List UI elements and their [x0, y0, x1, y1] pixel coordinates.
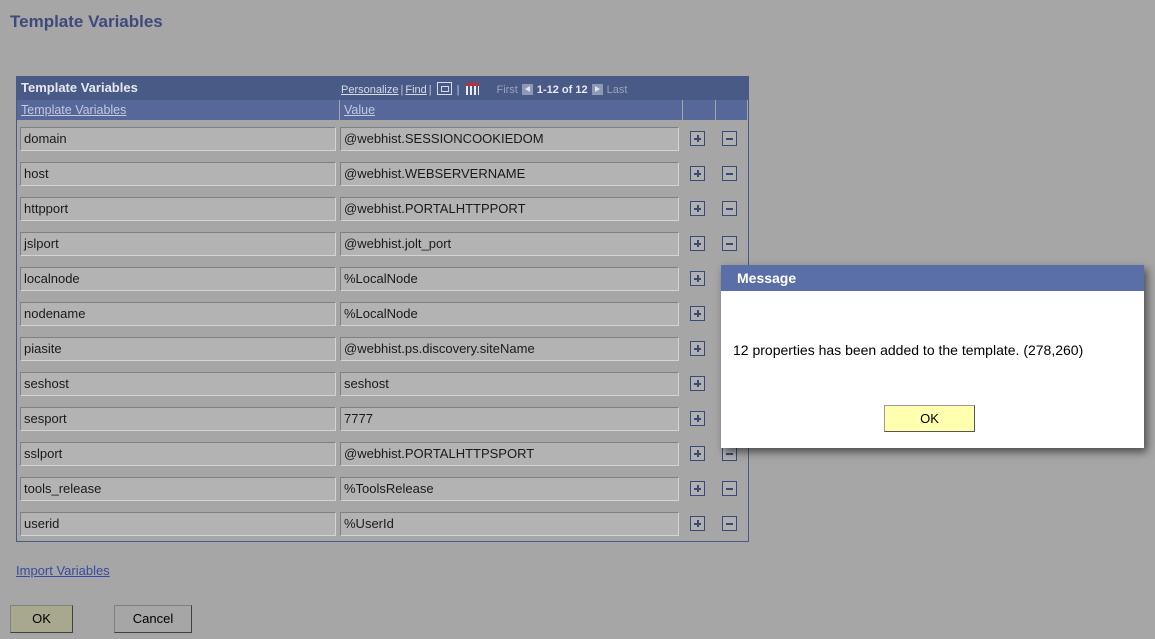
- variable-value-field[interactable]: @webhist.PORTALHTTPSPORT: [340, 442, 679, 466]
- table-row: jslport @webhist.jolt_port: [17, 227, 748, 262]
- view-all-icon[interactable]: [436, 82, 452, 95]
- plus-icon[interactable]: [690, 516, 705, 531]
- last-link[interactable]: Last: [607, 84, 628, 96]
- column-header-value[interactable]: Value: [340, 100, 683, 120]
- column-header-add: [683, 100, 716, 120]
- ok-button[interactable]: OK: [10, 605, 73, 633]
- minus-icon[interactable]: [722, 236, 737, 251]
- column-headers: Template Variables Value: [17, 100, 748, 120]
- personalize-link[interactable]: Personalize: [341, 84, 398, 96]
- table-row: seshost seshost: [17, 367, 748, 402]
- variable-value-field[interactable]: @webhist.SESSIONCOOKIEDOM: [340, 127, 679, 151]
- variable-value-field[interactable]: @webhist.ps.discovery.siteName: [340, 337, 679, 361]
- next-icon[interactable]: [591, 84, 603, 95]
- table-row: httpport @webhist.PORTALHTTPPORT: [17, 192, 748, 227]
- dialog-message: 12 properties has been added to the temp…: [733, 342, 1084, 358]
- variable-name-field[interactable]: nodename: [20, 302, 336, 326]
- variable-value-field[interactable]: %LocalNode: [340, 267, 679, 291]
- dialog-ok-button[interactable]: OK: [884, 405, 975, 432]
- separator: |: [428, 84, 432, 96]
- variable-name-field[interactable]: domain: [20, 127, 336, 151]
- grid-navigation: Personalize | Find | | First 1-12 of 12 Last: [341, 82, 627, 96]
- variable-name-field[interactable]: seshost: [20, 372, 336, 396]
- variable-name-field[interactable]: tools_release: [20, 477, 336, 501]
- minus-icon[interactable]: [722, 516, 737, 531]
- plus-icon[interactable]: [690, 201, 705, 216]
- plus-icon[interactable]: [690, 481, 705, 496]
- variable-name-field[interactable]: httpport: [20, 197, 336, 221]
- column-header-delete: [716, 100, 748, 120]
- dialog-title: Message: [721, 265, 1144, 291]
- variable-value-field[interactable]: @webhist.jolt_port: [340, 232, 679, 256]
- variable-value-field[interactable]: @webhist.PORTALHTTPPORT: [340, 197, 679, 221]
- first-link[interactable]: First: [496, 84, 517, 96]
- table-row: host @webhist.WEBSERVERNAME: [17, 157, 748, 192]
- plus-icon[interactable]: [690, 166, 705, 181]
- variable-name-field[interactable]: jslport: [20, 232, 336, 256]
- previous-icon[interactable]: [521, 84, 533, 95]
- plus-icon[interactable]: [690, 236, 705, 251]
- minus-icon[interactable]: [722, 481, 737, 496]
- separator: |: [400, 84, 404, 96]
- table-row: localnode %LocalNode: [17, 262, 748, 297]
- variable-value-field[interactable]: %UserId: [340, 512, 679, 536]
- table-row: sslport @webhist.PORTALHTTPSPORT: [17, 437, 748, 472]
- plus-icon[interactable]: [690, 376, 705, 391]
- table-row: userid %UserId: [17, 507, 748, 542]
- find-link[interactable]: Find: [405, 84, 426, 96]
- plus-icon[interactable]: [690, 306, 705, 321]
- table-row: tools_release %ToolsRelease: [17, 472, 748, 507]
- grid-header: Template Variables Personalize | Find | | Fir…: [17, 77, 748, 100]
- variable-name-field[interactable]: host: [20, 162, 336, 186]
- separator: |: [456, 84, 460, 96]
- cancel-button[interactable]: Cancel: [114, 605, 192, 633]
- variable-value-field[interactable]: seshost: [340, 372, 679, 396]
- plus-icon[interactable]: [690, 271, 705, 286]
- variable-value-field[interactable]: %ToolsRelease: [340, 477, 679, 501]
- variable-name-field[interactable]: sesport: [20, 407, 336, 431]
- import-variables-link[interactable]: Import Variables: [16, 563, 110, 578]
- variable-name-field[interactable]: sslport: [20, 442, 336, 466]
- table-row: domain @webhist.SESSIONCOOKIEDOM: [17, 122, 748, 157]
- variable-name-field[interactable]: userid: [20, 512, 336, 536]
- minus-icon[interactable]: [722, 166, 737, 181]
- message-dialog: Message 12 properties has been added to …: [721, 265, 1144, 448]
- plus-icon[interactable]: [690, 446, 705, 461]
- minus-icon[interactable]: [722, 201, 737, 216]
- column-header-template-variables[interactable]: Template Variables: [17, 100, 340, 120]
- variable-name-field[interactable]: localnode: [20, 267, 336, 291]
- variable-value-field[interactable]: @webhist.WEBSERVERNAME: [340, 162, 679, 186]
- plus-icon[interactable]: [690, 131, 705, 146]
- row-count: 1-12 of 12: [536, 84, 588, 96]
- variable-value-field[interactable]: 7777: [340, 407, 679, 431]
- plus-icon[interactable]: [690, 341, 705, 356]
- minus-icon[interactable]: [722, 131, 737, 146]
- variable-value-field[interactable]: %LocalNode: [340, 302, 679, 326]
- page-title: Template Variables: [10, 12, 163, 31]
- template-variables-grid: Template Variables Personalize | Find | | Fir…: [16, 76, 749, 542]
- variable-name-field[interactable]: piasite: [20, 337, 336, 361]
- grid-title: Template Variables: [21, 80, 138, 95]
- table-row: nodename %LocalNode: [17, 297, 748, 332]
- minus-icon[interactable]: [722, 446, 737, 461]
- table-row: piasite @webhist.ps.discovery.siteName: [17, 332, 748, 367]
- download-spreadsheet-icon[interactable]: [466, 83, 480, 95]
- plus-icon[interactable]: [690, 411, 705, 426]
- table-row: sesport 7777: [17, 402, 748, 437]
